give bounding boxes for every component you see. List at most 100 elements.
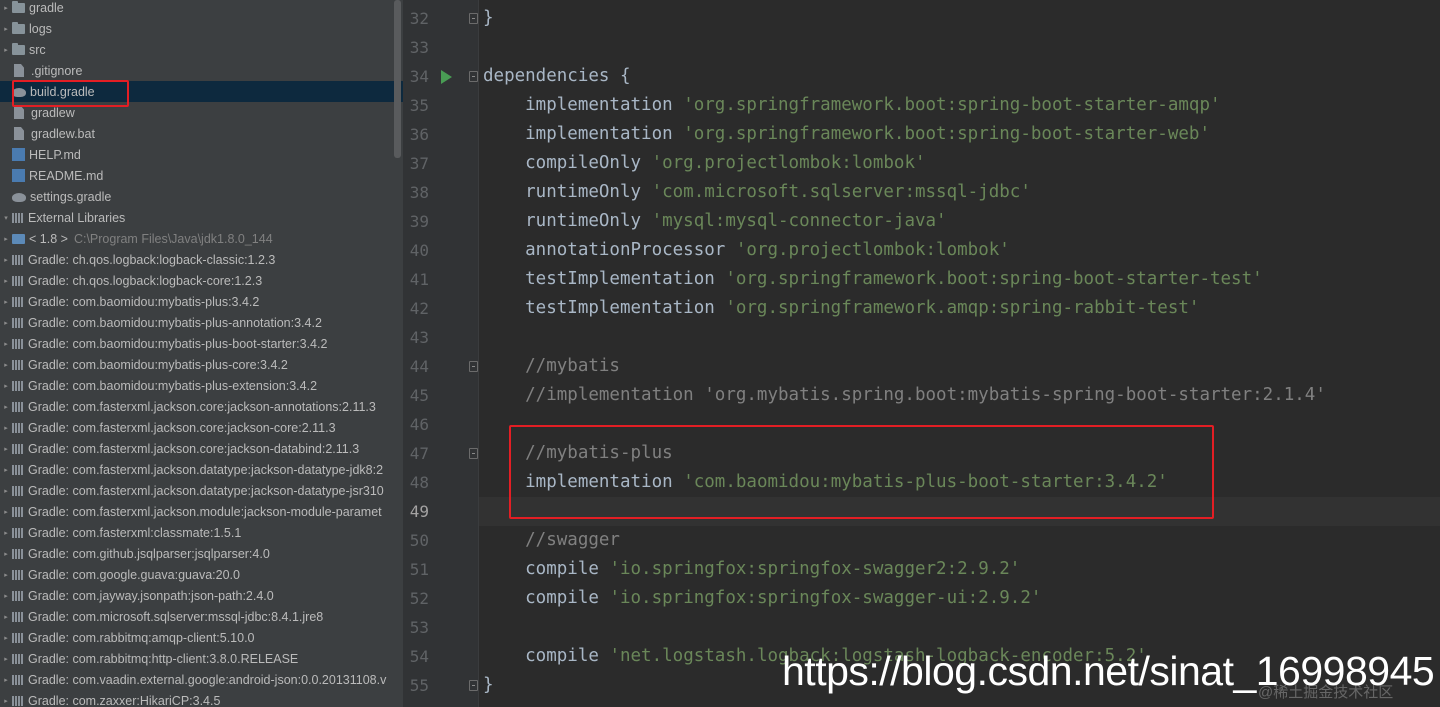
collapsed-arrow-icon[interactable]: ▸	[0, 319, 12, 327]
tree-item[interactable]: ▸ Gradle: com.rabbitmq:http-client:3.8.0.…	[0, 648, 403, 669]
tree-item[interactable]: ▸ Gradle: com.fasterxml.jackson.core:jack…	[0, 438, 403, 459]
code-line[interactable]: 32}	[403, 4, 1440, 33]
tree-item[interactable]: ▸ Gradle: com.fasterxml.jackson.module:ja…	[0, 501, 403, 522]
tree-item[interactable]: HELP.md	[0, 144, 403, 165]
code-line[interactable]: 41 testImplementation 'org.springframewo…	[403, 265, 1440, 294]
code-line[interactable]: 39 runtimeOnly 'mysql:mysql-connector-ja…	[403, 207, 1440, 236]
fold-marker-icon[interactable]	[469, 680, 478, 691]
tree-item[interactable]: ▸ Gradle: com.fasterxml.jackson.core:jack…	[0, 417, 403, 438]
code-line[interactable]: 44 //mybatis	[403, 352, 1440, 381]
tree-item[interactable]: ▸ Gradle: com.baomidou:mybatis-plus-exten…	[0, 375, 403, 396]
tree-item[interactable]: ▸ Gradle: com.zaxxer:HikariCP:3.4.5	[0, 690, 403, 707]
tree-item[interactable]: ▸ Gradle: com.baomidou:mybatis-plus:3.4.2	[0, 291, 403, 312]
tree-item[interactable]: ▾ External Libraries	[0, 207, 403, 228]
code-line[interactable]: 35 implementation 'org.springframework.b…	[403, 91, 1440, 120]
collapsed-arrow-icon[interactable]: ▸	[0, 361, 12, 369]
fold-marker-icon[interactable]	[469, 71, 478, 82]
tree-item[interactable]: ▸ < 1.8 > C:\Program Files\Java\jdk1.8.0_1…	[0, 228, 403, 249]
collapsed-arrow-icon[interactable]: ▸	[0, 487, 12, 495]
code-line[interactable]: 37 compileOnly 'org.projectlombok:lombok…	[403, 149, 1440, 178]
tree-item[interactable]: ▸ Gradle: com.baomidou:mybatis-plus-core:…	[0, 354, 403, 375]
file-icon	[14, 127, 24, 140]
line-number: 40	[409, 241, 429, 260]
code-token: implementation	[483, 95, 684, 115]
collapsed-arrow-icon[interactable]: ▸	[0, 25, 12, 33]
collapsed-arrow-icon[interactable]: ▸	[0, 550, 12, 558]
tree-scrollbar[interactable]	[394, 0, 401, 158]
tree-item[interactable]: ▸ Gradle: ch.qos.logback:logback-classic:…	[0, 249, 403, 270]
collapsed-arrow-icon[interactable]: ▸	[0, 46, 12, 54]
collapsed-arrow-icon[interactable]: ▸	[0, 298, 12, 306]
code-line[interactable]: 53	[403, 613, 1440, 642]
tree-item[interactable]: settings.gradle	[0, 186, 403, 207]
code-line[interactable]: 52 compile 'io.springfox:springfox-swagg…	[403, 584, 1440, 613]
collapsed-arrow-icon[interactable]: ▸	[0, 235, 12, 243]
collapsed-arrow-icon[interactable]: ▸	[0, 403, 12, 411]
collapsed-arrow-icon[interactable]: ▸	[0, 592, 12, 600]
tree-item[interactable]: ▸ logs	[0, 18, 403, 39]
tree-item[interactable]: ▸ gradle	[0, 0, 403, 18]
code-token: runtimeOnly	[483, 182, 652, 202]
tree-item[interactable]: ▸ Gradle: com.vaadin.external.google:andr…	[0, 669, 403, 690]
code-editor[interactable]: 32} 33 34 dependencies {35 implementation '…	[403, 0, 1440, 707]
tree-item[interactable]: .gitignore	[0, 60, 403, 81]
collapsed-arrow-icon[interactable]: ▸	[0, 676, 12, 684]
fold-marker-icon[interactable]	[469, 361, 478, 372]
code-text: implementation 'org.springframework.boot…	[483, 91, 1220, 120]
code-line[interactable]: 36 implementation 'org.springframework.b…	[403, 120, 1440, 149]
collapsed-arrow-icon[interactable]: ▸	[0, 466, 12, 474]
tree-item[interactable]: ▸ src	[0, 39, 403, 60]
collapsed-arrow-icon[interactable]: ▸	[0, 697, 12, 705]
collapsed-arrow-icon[interactable]: ▸	[0, 4, 12, 12]
collapsed-arrow-icon[interactable]: ▸	[0, 529, 12, 537]
collapsed-arrow-icon[interactable]: ▸	[0, 340, 12, 348]
tree-item[interactable]: ▸ Gradle: com.google.guava:guava:20.0	[0, 564, 403, 585]
comment-text: //swagger	[483, 530, 620, 550]
tree-item-label: Gradle: com.baomidou:mybatis-plus-core:3…	[28, 357, 288, 372]
fold-marker-icon[interactable]	[469, 448, 478, 459]
collapsed-arrow-icon[interactable]: ▸	[0, 256, 12, 264]
line-number: 50	[409, 531, 429, 550]
line-number: 42	[409, 299, 429, 318]
tree-item[interactable]: ▸ Gradle: com.jayway.jsonpath:json-path:2…	[0, 585, 403, 606]
tree-item[interactable]: ▸ Gradle: com.fasterxml:classmate:1.5.1	[0, 522, 403, 543]
tree-item[interactable]: gradlew.bat	[0, 123, 403, 144]
code-line[interactable]: 34 dependencies {	[403, 62, 1440, 91]
code-line[interactable]: 43	[403, 323, 1440, 352]
collapsed-arrow-icon[interactable]: ▸	[0, 571, 12, 579]
collapsed-arrow-icon[interactable]: ▸	[0, 655, 12, 663]
collapsed-arrow-icon[interactable]: ▸	[0, 613, 12, 621]
collapsed-arrow-icon[interactable]: ▸	[0, 634, 12, 642]
collapsed-arrow-icon[interactable]: ▸	[0, 277, 12, 285]
code-line[interactable]: 33	[403, 33, 1440, 62]
tree-item[interactable]: ▸ Gradle: com.fasterxml.jackson.core:jack…	[0, 396, 403, 417]
line-number: 45	[409, 386, 429, 405]
code-line[interactable]: 50 //swagger	[403, 526, 1440, 555]
tree-item[interactable]: ▸ Gradle: com.baomidou:mybatis-plus-annot…	[0, 312, 403, 333]
tree-item[interactable]: ▸ Gradle: com.fasterxml.jackson.datatype:…	[0, 480, 403, 501]
tree-item[interactable]: ▸ Gradle: com.github.jsqlparser:jsqlparse…	[0, 543, 403, 564]
code-line[interactable]: 45 //implementation 'org.mybatis.spring.…	[403, 381, 1440, 410]
line-number: 39	[409, 212, 429, 231]
tree-item[interactable]: ▸ Gradle: ch.qos.logback:logback-core:1.2…	[0, 270, 403, 291]
run-gutter-icon[interactable]	[441, 70, 452, 84]
library-icon	[12, 317, 24, 328]
tree-item[interactable]: ▸ Gradle: com.microsoft.sqlserver:mssql-j…	[0, 606, 403, 627]
gitignore-file-icon	[14, 64, 24, 77]
tree-item-label: README.md	[29, 168, 104, 183]
collapsed-arrow-icon[interactable]: ▸	[0, 424, 12, 432]
collapsed-arrow-icon[interactable]: ▸	[0, 382, 12, 390]
code-token: compile	[483, 559, 610, 579]
collapsed-arrow-icon[interactable]: ▸	[0, 445, 12, 453]
collapsed-arrow-icon[interactable]: ▸	[0, 508, 12, 516]
code-line[interactable]: 38 runtimeOnly 'com.microsoft.sqlserver:…	[403, 178, 1440, 207]
code-line[interactable]: 40 annotationProcessor 'org.projectlombo…	[403, 236, 1440, 265]
code-line[interactable]: 42 testImplementation 'org.springframewo…	[403, 294, 1440, 323]
tree-item[interactable]: ▸ Gradle: com.baomidou:mybatis-plus-boot-…	[0, 333, 403, 354]
tree-item[interactable]: ▸ Gradle: com.rabbitmq:amqp-client:5.10.0	[0, 627, 403, 648]
tree-item[interactable]: ▸ Gradle: com.fasterxml.jackson.datatype:…	[0, 459, 403, 480]
fold-marker-icon[interactable]	[469, 13, 478, 24]
expanded-arrow-icon[interactable]: ▾	[0, 214, 12, 222]
code-line[interactable]: 51 compile 'io.springfox:springfox-swagg…	[403, 555, 1440, 584]
tree-item[interactable]: README.md	[0, 165, 403, 186]
